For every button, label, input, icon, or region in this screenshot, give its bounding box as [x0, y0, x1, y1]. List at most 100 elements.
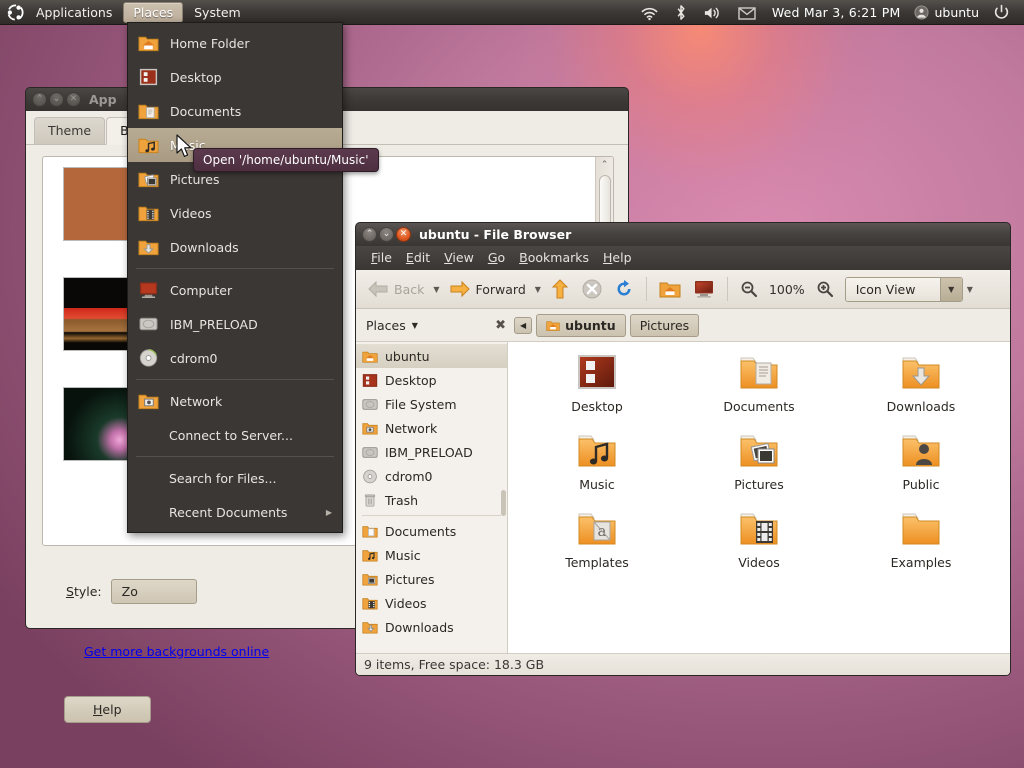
file-browser-window-controls[interactable]: ⌃ ⌄ ✕ [362, 227, 411, 242]
back-history-caret-icon[interactable]: ▼ [431, 285, 441, 294]
view-mode-dropdown-icon[interactable]: ▼ [940, 278, 962, 301]
file-item-public[interactable]: Public [861, 430, 981, 508]
file-item-templates[interactable]: a Templates [537, 508, 657, 586]
menu-go[interactable]: Go [481, 249, 512, 266]
documents-folder-icon [736, 352, 782, 396]
bluetooth-icon[interactable] [667, 0, 695, 25]
menu-help[interactable]: Help [596, 249, 639, 266]
sidebar-item-ubuntu[interactable]: ubuntu [356, 344, 507, 368]
menu-item-computer[interactable]: Computer [128, 273, 342, 307]
ubuntu-logo-icon[interactable] [7, 4, 24, 21]
user-menu[interactable]: ubuntu [908, 5, 985, 20]
file-item-desktop[interactable]: Desktop [537, 352, 657, 430]
volume-icon[interactable] [695, 0, 730, 25]
menu-edit[interactable]: Edit [399, 249, 437, 266]
back-button[interactable]: Back [362, 276, 429, 302]
places-dropdown-menu[interactable]: Home Folder Desktop Documents Music Pict… [127, 22, 343, 533]
panel-clock[interactable]: Wed Mar 3, 6:21 PM [764, 5, 909, 20]
harddisk-icon [362, 445, 378, 460]
zoom-in-button[interactable] [811, 277, 839, 301]
wifi-icon[interactable] [632, 0, 667, 25]
style-combo[interactable]: Zo [111, 579, 197, 604]
maximize-button[interactable]: ⌄ [49, 92, 64, 107]
tab-theme[interactable]: Theme [34, 117, 105, 144]
places-sidebar[interactable]: ubuntu Desktop File System [356, 342, 508, 653]
menu-item-cdrom0[interactable]: cdrom0 [128, 341, 342, 375]
sidebar-item-videos[interactable]: Videos [356, 591, 507, 615]
sidebar-item-cdrom0[interactable]: cdrom0 [356, 464, 507, 488]
close-button[interactable]: ✕ [396, 227, 411, 242]
panel-menu-system[interactable]: System [185, 2, 250, 23]
computer-button[interactable] [688, 276, 720, 302]
chevron-down-icon[interactable]: ▼ [412, 321, 418, 330]
pictures-folder-icon [736, 430, 782, 474]
menu-item-desktop[interactable]: Desktop [128, 60, 342, 94]
zoom-out-button[interactable] [735, 277, 763, 301]
user-avatar-icon [914, 5, 929, 20]
file-browser-body: File Edit View Go Bookmarks Help Back ▼ … [355, 246, 1011, 676]
file-item-downloads[interactable]: Downloads [861, 352, 981, 430]
file-item-documents[interactable]: Documents [699, 352, 819, 430]
file-browser-window[interactable]: ⌃ ⌄ ✕ ubuntu - File Browser File Edit Vi… [355, 222, 1011, 676]
panel-tray[interactable]: Wed Mar 3, 6:21 PM ubuntu [632, 0, 1024, 25]
sidebar-item-music[interactable]: Music [356, 543, 507, 567]
panel-menu-applications[interactable]: Applications [27, 2, 121, 23]
home-button[interactable] [654, 276, 686, 302]
extra-view-options-icon[interactable]: ▼ [965, 285, 975, 294]
up-button[interactable] [545, 275, 575, 303]
sidebar-item-documents[interactable]: Documents [356, 519, 507, 543]
forward-history-caret-icon[interactable]: ▼ [533, 285, 543, 294]
menu-item-documents[interactable]: Documents [128, 94, 342, 128]
file-item-examples[interactable]: Examples [861, 508, 981, 586]
close-icon[interactable]: ✖ [495, 318, 506, 333]
menu-separator-2 [136, 379, 334, 380]
menu-item-downloads[interactable]: Downloads [128, 230, 342, 264]
sidebar-item-trash[interactable]: Trash [356, 488, 507, 512]
file-browser-menubar[interactable]: File Edit View Go Bookmarks Help [356, 246, 1010, 270]
minimize-button[interactable]: ⌃ [32, 92, 47, 107]
breadcrumb-pictures[interactable]: Pictures [630, 314, 700, 337]
menu-view[interactable]: View [437, 249, 481, 266]
sidebar-scrollbar[interactable] [501, 490, 506, 516]
file-browser-toolbar[interactable]: Back ▼ Forward ▼ [356, 270, 1010, 309]
menu-bookmarks[interactable]: Bookmarks [512, 249, 596, 266]
sidebar-item-ibm-preload[interactable]: IBM_PRELOAD [356, 440, 507, 464]
stop-button[interactable] [577, 276, 607, 302]
breadcrumb-scroll-left-button[interactable]: ◀ [514, 317, 532, 334]
places-pane-header[interactable]: Places ▼ ✖ [362, 318, 514, 333]
panel-menu-places[interactable]: Places [123, 2, 183, 23]
minimize-button[interactable]: ⌃ [362, 227, 377, 242]
sidebar-item-desktop[interactable]: Desktop [356, 368, 507, 392]
menu-item-connect-to-server[interactable]: Connect to Server... [128, 418, 342, 452]
menu-item-search-for-files[interactable]: Search for Files... [128, 461, 342, 495]
reload-button[interactable] [609, 276, 639, 302]
menu-item-recent-documents[interactable]: Recent Documents ▶ [128, 495, 342, 529]
sidebar-item-file-system[interactable]: File System [356, 392, 507, 416]
menu-item-videos[interactable]: Videos [128, 196, 342, 230]
file-item-pictures[interactable]: Pictures [699, 430, 819, 508]
sidebar-item-pictures[interactable]: Pictures [356, 567, 507, 591]
file-browser-pathbar[interactable]: Places ▼ ✖ ◀ ubuntu Pictures [356, 309, 1010, 342]
appearance-window-controls[interactable]: ⌃ ⌄ ✕ [32, 92, 81, 107]
envelope-icon[interactable] [730, 0, 764, 25]
forward-button[interactable]: Forward [444, 276, 531, 302]
menu-item-home-folder[interactable]: Home Folder [128, 26, 342, 60]
file-item-music[interactable]: Music [537, 430, 657, 508]
maximize-button[interactable]: ⌄ [379, 227, 394, 242]
sidebar-item-downloads[interactable]: Downloads [356, 615, 507, 639]
view-mode-combo[interactable]: Icon View ▼ [845, 277, 963, 302]
sidebar-item-network[interactable]: Network [356, 416, 507, 440]
file-icons-view[interactable]: Desktop Documents [508, 342, 1010, 653]
power-icon[interactable] [985, 0, 1018, 25]
menu-item-ibm-preload[interactable]: IBM_PRELOAD [128, 307, 342, 341]
help-button[interactable]: Help [64, 696, 151, 723]
menu-file[interactable]: File [364, 249, 399, 266]
toolbar-separator [646, 277, 647, 301]
menu-item-network[interactable]: Network [128, 384, 342, 418]
file-browser-titlebar[interactable]: ⌃ ⌄ ✕ ubuntu - File Browser [355, 222, 1011, 246]
file-item-videos[interactable]: Videos [699, 508, 819, 586]
breadcrumb-ubuntu[interactable]: ubuntu [536, 314, 626, 337]
close-button[interactable]: ✕ [66, 92, 81, 107]
scroll-up-arrow-icon[interactable]: ⌃ [596, 157, 613, 170]
get-more-backgrounds-link[interactable]: Get more backgrounds online [84, 644, 269, 659]
